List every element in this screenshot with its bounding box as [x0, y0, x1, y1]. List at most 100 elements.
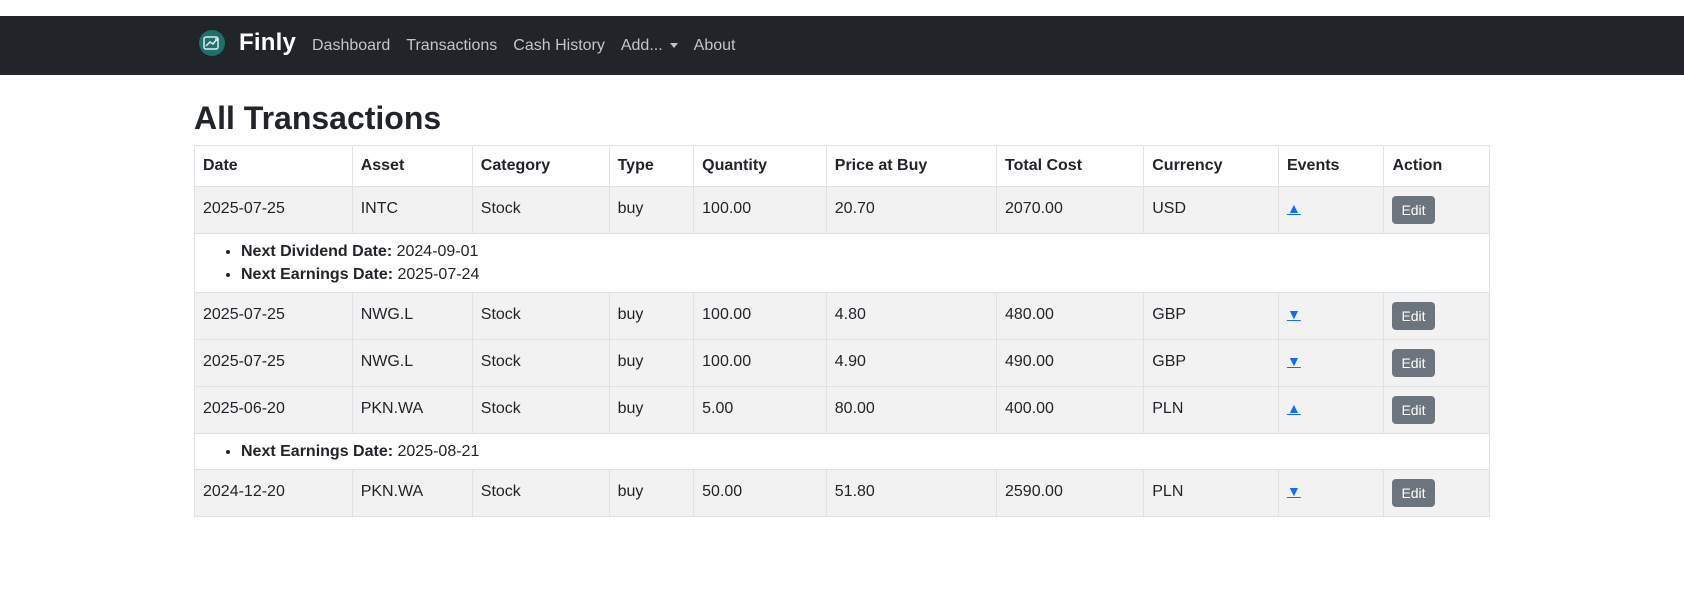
events-expand-toggle[interactable]: ▼ [1287, 306, 1301, 322]
top-strip [0, 0, 1684, 16]
nav-links: Dashboard Transactions Cash History Add.… [312, 16, 751, 75]
nav-add-label: Add... [620, 36, 663, 54]
cell-total: 490.00 [995, 339, 1145, 387]
cell-currency: GBP [1143, 339, 1279, 387]
cell-quantity: 5.00 [693, 386, 827, 434]
cell-quantity: 100.00 [693, 339, 827, 387]
cell-category: Stock [471, 292, 610, 340]
cell-type: buy [608, 469, 695, 517]
events-list: Next Dividend Date: 2024-09-01 Next Earn… [203, 240, 1481, 286]
events-row: Next Earnings Date: 2025-08-21 [194, 433, 1490, 470]
cell-total: 2590.00 [995, 469, 1145, 517]
cell-date: 2025-06-20 [194, 386, 353, 434]
event-item: Next Dividend Date: 2024-09-01 [241, 240, 1481, 263]
navbar: Finly Dashboard Transactions Cash Histor… [0, 16, 1684, 75]
events-expand-toggle[interactable]: ▼ [1287, 353, 1301, 369]
cell-date: 2025-07-25 [194, 292, 353, 340]
cell-type: buy [608, 292, 695, 340]
nav-cash-history[interactable]: Cash History [513, 37, 605, 55]
transactions-table: Date Asset Category Type Quantity Price … [194, 145, 1490, 517]
cell-date: 2025-07-25 [194, 186, 353, 234]
nav-transactions[interactable]: Transactions [406, 37, 497, 55]
chart-logo-icon [199, 30, 225, 56]
event-item: Next Earnings Date: 2025-08-21 [241, 440, 1481, 463]
edit-button[interactable]: Edit [1392, 396, 1435, 424]
cell-type: buy [608, 386, 695, 434]
header-type: Type [608, 145, 695, 187]
event-item: Next Earnings Date: 2025-07-24 [241, 263, 1481, 286]
events-cell: Next Dividend Date: 2024-09-01 Next Earn… [194, 233, 1490, 293]
page-title: All Transactions [194, 100, 442, 136]
cell-asset: PKN.WA [351, 469, 473, 517]
cell-category: Stock [471, 469, 610, 517]
cell-events: ▼ [1277, 339, 1385, 387]
cell-events: ▼ [1277, 469, 1385, 517]
cell-price: 4.80 [825, 292, 998, 340]
cell-quantity: 100.00 [693, 186, 827, 234]
nav-about[interactable]: About [694, 37, 736, 55]
table-row: 2024-12-20 PKN.WA Stock buy 50.00 51.80 … [194, 469, 1490, 517]
events-collapse-toggle[interactable]: ▲ [1287, 400, 1301, 416]
cell-date: 2025-07-25 [194, 339, 353, 387]
cell-events: ▲ [1277, 186, 1385, 234]
cell-currency: GBP [1143, 292, 1279, 340]
cell-price: 4.90 [825, 339, 998, 387]
edit-button[interactable]: Edit [1392, 349, 1435, 377]
header-price: Price at Buy [825, 145, 998, 187]
events-cell: Next Earnings Date: 2025-08-21 [194, 433, 1490, 470]
table-header-row: Date Asset Category Type Quantity Price … [194, 145, 1490, 187]
cell-total: 400.00 [995, 386, 1145, 434]
cell-asset: NWG.L [351, 339, 473, 387]
edit-button[interactable]: Edit [1392, 196, 1435, 224]
cell-price: 80.00 [825, 386, 998, 434]
events-collapse-toggle[interactable]: ▲ [1287, 200, 1301, 216]
cell-action: Edit [1383, 339, 1490, 387]
header-currency: Currency [1143, 145, 1279, 187]
cell-total: 2070.00 [995, 186, 1145, 234]
cell-quantity: 100.00 [693, 292, 827, 340]
table-row: 2025-07-25 INTC Stock buy 100.00 20.70 2… [194, 186, 1490, 234]
cell-date: 2024-12-20 [194, 469, 353, 517]
header-date: Date [194, 145, 353, 187]
cell-price: 20.70 [825, 186, 998, 234]
cell-currency: PLN [1143, 386, 1279, 434]
nav-add-dropdown[interactable]: Add... [621, 37, 678, 55]
brand-name: Finly [239, 29, 297, 56]
header-category: Category [471, 145, 610, 187]
cell-asset: NWG.L [351, 292, 473, 340]
header-asset: Asset [351, 145, 473, 187]
cell-action: Edit [1383, 292, 1490, 340]
edit-button[interactable]: Edit [1392, 302, 1435, 330]
cell-asset: INTC [351, 186, 473, 234]
table-row: 2025-06-20 PKN.WA Stock buy 5.00 80.00 4… [194, 386, 1490, 434]
brand[interactable]: Finly [199, 29, 296, 57]
cell-action: Edit [1383, 186, 1490, 234]
cell-events: ▲ [1277, 386, 1385, 434]
cell-category: Stock [471, 186, 610, 234]
header-quantity: Quantity [693, 145, 827, 187]
header-total: Total Cost [995, 145, 1145, 187]
events-row: Next Dividend Date: 2024-09-01 Next Earn… [194, 233, 1490, 293]
caret-down-icon [669, 43, 678, 48]
cell-currency: USD [1143, 186, 1279, 234]
events-list: Next Earnings Date: 2025-08-21 [203, 440, 1481, 463]
cell-type: buy [608, 339, 695, 387]
cell-price: 51.80 [825, 469, 998, 517]
cell-events: ▼ [1277, 292, 1385, 340]
cell-currency: PLN [1143, 469, 1279, 517]
table-row: 2025-07-25 NWG.L Stock buy 100.00 4.80 4… [194, 292, 1490, 340]
header-action: Action [1383, 145, 1490, 187]
cell-type: buy [608, 186, 695, 234]
cell-action: Edit [1383, 386, 1490, 434]
cell-total: 480.00 [995, 292, 1145, 340]
events-expand-toggle[interactable]: ▼ [1287, 483, 1301, 499]
table-row: 2025-07-25 NWG.L Stock buy 100.00 4.90 4… [194, 339, 1490, 387]
cell-action: Edit [1383, 469, 1490, 517]
cell-quantity: 50.00 [693, 469, 827, 517]
cell-category: Stock [471, 386, 610, 434]
nav-dashboard[interactable]: Dashboard [312, 37, 390, 55]
header-events: Events [1277, 145, 1385, 187]
cell-category: Stock [471, 339, 610, 387]
edit-button[interactable]: Edit [1392, 479, 1435, 507]
cell-asset: PKN.WA [351, 386, 473, 434]
